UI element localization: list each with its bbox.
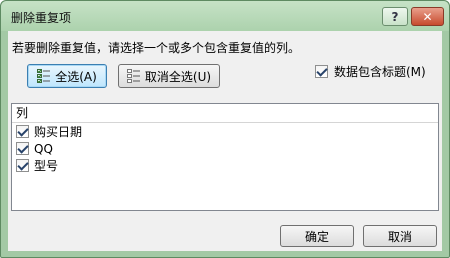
headers-checkbox[interactable]: [315, 65, 328, 78]
help-button[interactable]: ?: [382, 7, 408, 26]
column-label: QQ: [34, 141, 53, 156]
dialog-title: 删除重复项: [11, 11, 72, 25]
columns-list-header: 列: [12, 104, 438, 123]
select-all-label: 全选(A): [55, 69, 97, 84]
headers-checkbox-label: 数据包含标题(M): [334, 65, 426, 79]
column-checkbox[interactable]: [16, 125, 29, 138]
remove-duplicates-dialog: 删除重复项 ? ✕ 若要删除重复值，请选择一个或多个包含重复值的列。 全选(A)…: [0, 0, 450, 258]
dialog-body: 若要删除重复值，请选择一个或多个包含重复值的列。 全选(A) 取消全选(U) 数…: [8, 31, 442, 251]
deselect-all-label: 取消全选(U): [144, 69, 212, 84]
column-label: 型号: [34, 159, 59, 173]
list-item[interactable]: 购买日期: [12, 123, 438, 140]
close-icon: ✕: [422, 9, 433, 24]
close-button[interactable]: ✕: [411, 7, 444, 26]
columns-list[interactable]: 列 购买日期 QQ 型号: [11, 103, 439, 211]
cancel-button[interactable]: 取消: [363, 225, 437, 247]
instruction-text: 若要删除重复值，请选择一个或多个包含重复值的列。: [12, 41, 301, 55]
column-checkbox[interactable]: [16, 142, 29, 155]
column-label: 购买日期: [34, 125, 83, 139]
column-checkbox[interactable]: [16, 159, 29, 172]
title-bar[interactable]: 删除重复项 ? ✕: [1, 1, 449, 31]
cancel-label: 取消: [387, 229, 412, 244]
select-all-icon: [37, 69, 51, 83]
my-data-has-headers-option[interactable]: 数据包含标题(M): [315, 63, 426, 80]
deselect-all-icon: [126, 69, 141, 83]
list-item[interactable]: 型号: [12, 157, 438, 174]
select-all-button[interactable]: 全选(A): [27, 64, 107, 88]
list-item[interactable]: QQ: [12, 140, 438, 157]
deselect-all-button[interactable]: 取消全选(U): [118, 64, 220, 88]
ok-button[interactable]: 确定: [280, 225, 354, 247]
help-icon: ?: [391, 9, 399, 24]
ok-label: 确定: [304, 229, 329, 244]
